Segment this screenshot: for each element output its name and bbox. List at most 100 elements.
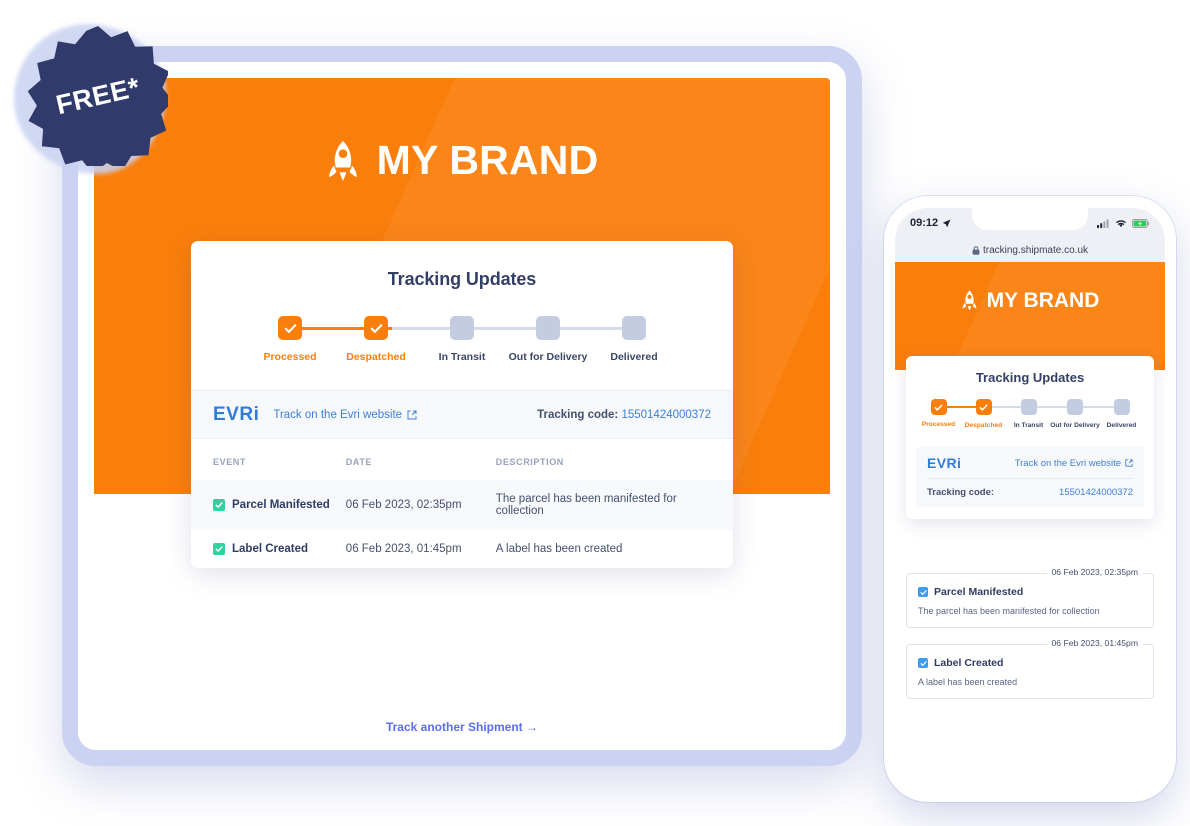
phone-brand-header: MY BRAND: [895, 262, 1165, 370]
cell-date: 06 Feb 2023, 02:35pm: [345, 499, 462, 511]
step-delivered-box: [622, 316, 646, 340]
table-row: Parcel Manifested 06 Feb 2023, 02:35pm T…: [191, 480, 733, 530]
track-another-shipment-link[interactable]: Track another Shipment →: [94, 720, 830, 734]
phone-carrier-top-row: EVRi Track on the Evri website: [927, 456, 1133, 479]
phone-event-description: The parcel has been manifested for colle…: [918, 606, 1100, 616]
step-processed-box: [278, 316, 302, 340]
evri-logo-main: EVR: [213, 404, 254, 425]
events-table-head: EVENT DATE DESCRIPTION: [191, 439, 733, 480]
evri-website-link-label: Track on the Evri website: [273, 408, 403, 421]
phone-url-bar[interactable]: tracking.shipmate.co.uk: [895, 238, 1165, 262]
step-processed[interactable]: Processed: [247, 316, 333, 363]
desktop-events-table: EVENT DATE DESCRIPTION Parcel Manifested…: [191, 439, 733, 568]
step-in-transit-label: In Transit: [438, 351, 486, 363]
list-item: 06 Feb 2023, 01:45pm Label Created A lab…: [906, 638, 1154, 699]
status-icons-group: [1097, 218, 1150, 228]
table-row: Label Created 06 Feb 2023, 01:45pm A lab…: [191, 530, 733, 568]
phone-step-out-for-delivery[interactable]: Out for Delivery: [1050, 399, 1100, 429]
check-icon: [284, 323, 296, 333]
phone-step-out-for-delivery-box: [1067, 399, 1083, 415]
phone-evri-logo-suffix: i: [957, 455, 962, 471]
phone-evri-website-link-label: Track on the Evri website: [1014, 457, 1121, 469]
phone-evri-website-link[interactable]: Track on the Evri website: [1015, 458, 1133, 469]
phone-events-list: 06 Feb 2023, 02:35pm Parcel Manifested T…: [906, 567, 1154, 715]
check-icon: [370, 323, 382, 333]
step-despatched[interactable]: Despatched: [333, 316, 419, 363]
events-table-header-row: EVENT DATE DESCRIPTION: [191, 439, 733, 480]
phone-event-title-text: Label Created: [934, 657, 1004, 669]
phone-status-bar: 09:12: [895, 208, 1165, 238]
event-name-text: Parcel Manifested: [232, 499, 330, 511]
step-despatched-label: Despatched: [346, 351, 406, 363]
phone-step-delivered-label: Delivered: [1106, 422, 1137, 429]
phone-step-processed-box: [930, 399, 947, 415]
step-delivered[interactable]: Delivered: [591, 316, 677, 363]
phone-step-in-transit[interactable]: In Transit: [1006, 399, 1051, 429]
rocket-icon: [328, 140, 357, 181]
desktop-tracking-page: MY BRAND Tracking Updates Processed Desp…: [94, 78, 830, 734]
tracking-code: Tracking code: 15501424000372: [537, 409, 711, 421]
desktop-carrier-bar: EVRi Track on the Evri website Tracking …: [191, 390, 733, 439]
tracking-code-label: Tracking code:: [537, 408, 619, 421]
event-name-text: Label Created: [232, 543, 309, 555]
check-badge-icon: [213, 543, 225, 555]
check-icon: [934, 404, 943, 411]
check-icon: [215, 502, 223, 508]
desktop-steps-row: Processed Despatched In Transit Out for …: [247, 316, 677, 363]
col-header-event: EVENT: [213, 457, 247, 467]
cell-date: 06 Feb 2023, 01:45pm: [345, 543, 462, 555]
step-in-transit-box: [450, 316, 474, 340]
phone-step-in-transit-box: [1020, 399, 1037, 415]
phone-tracking-page: 09:12 tracking.shipmate.co.uk MY BRAND T…: [895, 208, 1165, 788]
phone-step-delivered[interactable]: Delivered: [1099, 399, 1144, 429]
phone-event-description: A label has been created: [918, 677, 1018, 687]
phone-event-date: 06 Feb 2023, 01:45pm: [1046, 638, 1143, 648]
phone-tracking-code-label: Tracking code:: [927, 487, 995, 498]
rocket-icon: [962, 290, 976, 311]
check-badge-icon: [918, 658, 928, 668]
external-link-icon: [407, 410, 417, 419]
phone-step-despatched-label: Despatched: [964, 422, 1003, 429]
free-badge: FREE*: [12, 14, 182, 184]
phone-step-processed[interactable]: Processed: [916, 399, 961, 429]
external-link-icon: [1125, 459, 1133, 467]
phone-carrier-bottom-row: Tracking code: 15501424000372: [927, 479, 1133, 498]
phone-evri-logo: EVRi: [927, 456, 961, 470]
phone-notch: [972, 208, 1088, 230]
check-badge-icon: [918, 587, 928, 597]
status-time-text: 09:12: [910, 217, 939, 229]
step-processed-label: Processed: [263, 351, 317, 363]
phone-step-despatched[interactable]: Despatched: [961, 399, 1006, 429]
phone-step-in-transit-label: In Transit: [1013, 422, 1044, 429]
event-name-cell: Label Created: [213, 543, 330, 555]
phone-event-title-text: Parcel Manifested: [934, 586, 1024, 598]
status-time: 09:12: [910, 217, 951, 229]
list-item: 06 Feb 2023, 02:35pm Parcel Manifested T…: [906, 567, 1154, 628]
col-header-description: DESCRIPTION: [495, 457, 564, 467]
phone-carrier-panel: EVRi Track on the Evri website Tracking …: [916, 447, 1144, 507]
brand-lockup: MY BRAND: [94, 140, 830, 181]
step-in-transit[interactable]: In Transit: [419, 316, 505, 363]
check-icon: [919, 589, 927, 595]
wifi-icon: [1116, 219, 1126, 227]
check-icon: [979, 404, 988, 411]
phone-card-title: Tracking Updates: [975, 370, 1085, 385]
phone-evri-logo-main: EVR: [927, 455, 957, 471]
step-delivered-label: Delivered: [610, 351, 658, 363]
phone-progress-stepper: Processed Despatched In Transit Out for …: [916, 399, 1144, 437]
evri-website-link[interactable]: Track on the Evri website: [273, 409, 417, 421]
phone-tracking-code-value[interactable]: 15501424000372: [1059, 487, 1133, 498]
cellular-signal-icon: [1097, 218, 1109, 228]
phone-step-processed-label: Processed: [921, 421, 956, 428]
carrier-left-group: EVRi Track on the Evri website: [213, 405, 417, 424]
cell-description: The parcel has been manifested for colle…: [495, 493, 677, 517]
step-out-for-delivery-label: Out for Delivery: [508, 351, 588, 363]
phone-event-title: Label Created: [918, 657, 1142, 669]
phone-brand-name: MY BRAND: [986, 289, 1100, 312]
location-arrow-icon: [942, 219, 951, 227]
step-out-for-delivery[interactable]: Out for Delivery: [505, 316, 591, 363]
tracking-code-value[interactable]: 15501424000372: [621, 409, 711, 421]
laptop-mockup: MY BRAND Tracking Updates Processed Desp…: [62, 46, 862, 766]
phone-step-out-for-delivery-label: Out for Delivery: [1050, 422, 1100, 429]
battery-charging-icon: [1132, 218, 1150, 228]
